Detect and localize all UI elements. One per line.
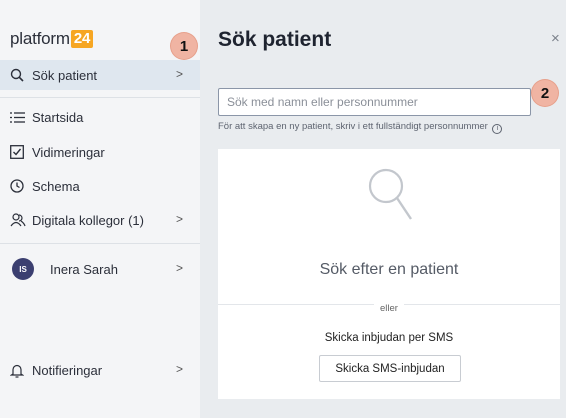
send-sms-invite-button[interactable]: Skicka SMS-inbjudan (319, 355, 461, 382)
search-hint: För att skapa en ny patient, skriv i ett… (218, 121, 503, 134)
sms-invite-label: Skicka inbjudan per SMS (324, 332, 454, 344)
logo: platform 24 (10, 29, 94, 49)
search-icon (10, 68, 32, 82)
main-panel: Sök patient × För att skapa en ny patien… (200, 0, 566, 418)
sidebar: platform 24 Sök patient > Startsida Vidim… (0, 0, 200, 418)
sidebar-item-notifieringar[interactable]: Notifieringar > (0, 355, 200, 385)
sidebar-item-schema[interactable]: Schema (0, 171, 200, 201)
avatar: IS (12, 258, 34, 280)
callout-badge-2: 2 (532, 80, 558, 106)
clock-icon (10, 179, 32, 193)
checkbox-icon (10, 145, 32, 159)
people-icon (10, 213, 32, 227)
chevron-right-icon: > (176, 362, 184, 376)
chevron-right-icon: > (176, 261, 184, 275)
sidebar-item-label: Digitala kollegor (1) (32, 212, 144, 228)
sidebar-item-label: Vidimeringar (32, 144, 105, 160)
close-icon[interactable]: × (551, 30, 560, 47)
logo-text: platform (10, 29, 70, 48)
sidebar-item-label: Schema (32, 178, 80, 194)
search-icon (368, 168, 412, 220)
sidebar-item-label: Sök patient (32, 67, 98, 83)
callout-badge-1: 1 (171, 33, 197, 59)
info-icon[interactable]: i (492, 124, 503, 134)
sidebar-divider (0, 97, 200, 98)
sidebar-item-label: Startsida (32, 109, 84, 125)
sidebar-item-startsida[interactable]: Startsida (0, 102, 200, 132)
sidebar-item-digitala-kollegor[interactable]: Digitala kollegor (1) > (0, 205, 200, 235)
search-input[interactable] (218, 88, 531, 116)
hint-text: För att skapa en ny patient, skriv i ett… (218, 121, 488, 132)
or-separator: eller (218, 298, 560, 316)
sidebar-item-sok-patient[interactable]: Sök patient > (0, 60, 200, 90)
or-text: eller (374, 303, 404, 314)
chevron-right-icon: > (176, 67, 184, 81)
sidebar-item-vidimeringar[interactable]: Vidimeringar (0, 137, 200, 167)
sidebar-item-user[interactable]: IS Inera Sarah > (0, 254, 200, 284)
sidebar-divider (0, 243, 200, 244)
list-icon (10, 111, 32, 124)
chevron-right-icon: > (176, 212, 184, 226)
logo-badge: 24 (70, 30, 94, 48)
sidebar-item-label: Notifieringar (32, 362, 103, 378)
page-title: Sök patient (218, 28, 332, 51)
empty-state-card: Sök efter en patient eller Skicka inbjud… (218, 149, 560, 399)
user-name: Inera Sarah (50, 261, 118, 277)
empty-state-title: Sök efter en patient (319, 261, 459, 278)
bell-icon (10, 363, 32, 378)
